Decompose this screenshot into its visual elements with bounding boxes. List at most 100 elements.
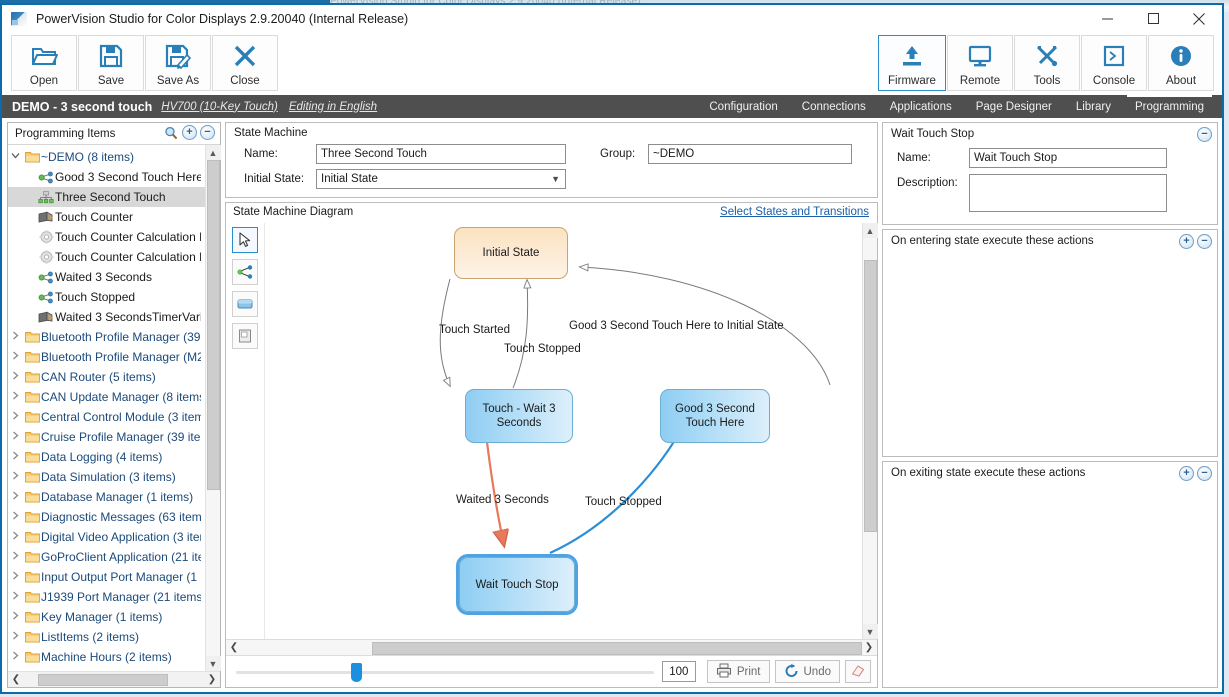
tree-item-listitems-2-items[interactable]: ListItems (2 items) bbox=[8, 627, 205, 647]
chevron-right-icon[interactable] bbox=[8, 631, 23, 643]
tree-item-input-output-port-manager-1-i[interactable]: Input Output Port Manager (1 i bbox=[8, 567, 205, 587]
tab-connections[interactable]: Connections bbox=[790, 95, 878, 118]
tab-library[interactable]: Library bbox=[1064, 95, 1123, 118]
transition-tool-icon[interactable] bbox=[232, 259, 258, 285]
collapse-panel-icon[interactable]: − bbox=[1197, 127, 1212, 142]
tree-item-digital-video-application-3-iter[interactable]: Digital Video Application (3 iter bbox=[8, 527, 205, 547]
canvas-scroll-right-icon[interactable]: ❯ bbox=[861, 642, 877, 653]
firmware-button[interactable]: Firmware bbox=[878, 35, 946, 91]
tree-item-touch-counter-calculation-ev[interactable]: Touch Counter Calculation Ev bbox=[8, 247, 205, 267]
chevron-right-icon[interactable] bbox=[8, 371, 23, 383]
remove-entering-action-icon[interactable]: − bbox=[1197, 234, 1212, 249]
chevron-right-icon[interactable] bbox=[8, 571, 23, 583]
tree-hscroll-track[interactable] bbox=[24, 673, 204, 687]
remove-exiting-action-icon[interactable]: − bbox=[1197, 465, 1212, 481]
save-button[interactable]: Save bbox=[78, 35, 144, 91]
tree-item-diagnostic-messages-63-items[interactable]: Diagnostic Messages (63 items bbox=[8, 507, 205, 527]
chevron-right-icon[interactable] bbox=[8, 471, 23, 483]
tree-vertical-scrollbar[interactable]: ▲ ▼ bbox=[205, 145, 221, 671]
tree-item-good-3-second-touch-here[interactable]: Good 3 Second Touch Here bbox=[8, 167, 205, 187]
tree-scroll-thumb[interactable] bbox=[206, 160, 220, 490]
console-button[interactable]: Console bbox=[1081, 35, 1147, 91]
save-as-button[interactable]: Save As bbox=[145, 35, 211, 91]
select-states-transitions-link[interactable]: Select States and Transitions bbox=[720, 206, 869, 218]
minimize-button[interactable] bbox=[1084, 5, 1130, 32]
expand-all-icon[interactable]: + bbox=[182, 125, 197, 140]
chevron-right-icon[interactable] bbox=[8, 591, 23, 603]
chevron-right-icon[interactable] bbox=[8, 531, 23, 543]
tree-item-data-simulation-3-items[interactable]: Data Simulation (3 items) bbox=[8, 467, 205, 487]
state-diagram-canvas[interactable]: Initial State Touch - Wait 3 Seconds Goo… bbox=[264, 223, 862, 639]
scroll-down-icon[interactable]: ▼ bbox=[205, 656, 221, 671]
state-machine-group-input[interactable]: ~DEMO bbox=[648, 144, 852, 164]
chevron-right-icon[interactable] bbox=[8, 511, 23, 523]
tree-item-bluetooth-profile-manager-39[interactable]: Bluetooth Profile Manager (39 bbox=[8, 327, 205, 347]
tree-item-goproclient-application-21-ite[interactable]: GoProClient Application (21 ite bbox=[8, 547, 205, 567]
state-tool-icon[interactable] bbox=[232, 291, 258, 317]
tree-item-can-update-manager-8-items[interactable]: CAN Update Manager (8 items bbox=[8, 387, 205, 407]
tree-horizontal-scrollbar[interactable]: ❮ ❯ bbox=[8, 671, 220, 687]
chevron-right-icon[interactable] bbox=[8, 411, 23, 423]
tree-item-data-logging-4-items[interactable]: Data Logging (4 items) bbox=[8, 447, 205, 467]
canvas-hscroll-track[interactable] bbox=[242, 641, 862, 655]
about-button[interactable]: About bbox=[1148, 35, 1214, 91]
tree-item-touch-counter[interactable]: Touch Counter bbox=[8, 207, 205, 227]
pointer-tool-icon[interactable] bbox=[232, 227, 258, 253]
close-button[interactable] bbox=[1176, 5, 1222, 32]
tree-hscroll-thumb[interactable] bbox=[38, 673, 168, 686]
chevron-right-icon[interactable] bbox=[8, 611, 23, 623]
tools-button[interactable]: Tools bbox=[1014, 35, 1080, 91]
state-node-good-3-second-touch-here[interactable]: Good 3 Second Touch Here bbox=[660, 389, 770, 443]
close-button-ribbon[interactable]: Close bbox=[212, 35, 278, 91]
note-tool-icon[interactable] bbox=[232, 323, 258, 349]
print-button[interactable]: Print bbox=[706, 660, 770, 683]
chevron-right-icon[interactable] bbox=[8, 551, 23, 563]
tree-item-three-second-touch[interactable]: Three Second Touch bbox=[8, 187, 205, 207]
tree-item-j1939-port-manager-21-items[interactable]: J1939 Port Manager (21 items) bbox=[8, 587, 205, 607]
chevron-right-icon[interactable] bbox=[8, 431, 23, 443]
tree-item-waited-3-secondstimervaria[interactable]: Waited 3 SecondsTimerVaria bbox=[8, 307, 205, 327]
add-entering-action-icon[interactable]: + bbox=[1179, 234, 1194, 249]
chevron-right-icon[interactable] bbox=[8, 491, 23, 503]
state-machine-name-input[interactable]: Three Second Touch bbox=[316, 144, 566, 164]
device-link[interactable]: HV700 (10-Key Touch) bbox=[161, 101, 278, 113]
search-icon[interactable] bbox=[163, 125, 179, 140]
canvas-scroll-up-icon[interactable]: ▲ bbox=[862, 223, 878, 238]
chevron-down-icon[interactable] bbox=[8, 151, 23, 163]
add-exiting-action-icon[interactable]: + bbox=[1179, 465, 1194, 481]
tree-item-machine-hours-2-items[interactable]: Machine Hours (2 items) bbox=[8, 647, 205, 667]
chevron-right-icon[interactable] bbox=[8, 351, 23, 363]
open-button[interactable]: Open bbox=[11, 35, 77, 91]
tab-applications[interactable]: Applications bbox=[878, 95, 964, 118]
maximize-button[interactable] bbox=[1130, 5, 1176, 32]
canvas-horizontal-scrollbar[interactable]: ❮ ❯ bbox=[226, 639, 877, 655]
remote-button[interactable]: Remote bbox=[947, 35, 1013, 91]
language-link[interactable]: Editing in English bbox=[289, 101, 377, 113]
eraser-button[interactable] bbox=[845, 660, 871, 683]
canvas-scroll-left-icon[interactable]: ❮ bbox=[226, 642, 242, 653]
tree-item-database-manager-1-items[interactable]: Database Manager (1 items) bbox=[8, 487, 205, 507]
canvas-hscroll-thumb[interactable] bbox=[372, 641, 862, 655]
tree-item-central-control-module-3-items[interactable]: Central Control Module (3 items bbox=[8, 407, 205, 427]
tree-item-waited-3-seconds[interactable]: Waited 3 Seconds bbox=[8, 267, 205, 287]
scroll-right-icon[interactable]: ❯ bbox=[204, 674, 220, 685]
tree-item-cruise-profile-manager-39-item[interactable]: Cruise Profile Manager (39 item bbox=[8, 427, 205, 447]
chevron-right-icon[interactable] bbox=[8, 391, 23, 403]
scroll-left-icon[interactable]: ❮ bbox=[8, 674, 24, 685]
state-node-wait-touch-stop[interactable]: Wait Touch Stop bbox=[456, 554, 578, 615]
tab-programming[interactable]: Programming bbox=[1123, 95, 1216, 118]
state-description-input[interactable] bbox=[969, 174, 1167, 212]
tree-item-can-router-5-items[interactable]: CAN Router (5 items) bbox=[8, 367, 205, 387]
collapse-all-icon[interactable]: − bbox=[200, 125, 215, 140]
canvas-scroll-down-icon[interactable]: ▼ bbox=[862, 624, 878, 639]
zoom-slider-thumb[interactable] bbox=[351, 662, 362, 682]
state-node-touch-wait-3-seconds[interactable]: Touch - Wait 3 Seconds bbox=[465, 389, 573, 443]
programming-items-tree[interactable]: ~DEMO (8 items) Good 3 Second Touch Here T… bbox=[8, 145, 205, 671]
canvas-vertical-scrollbar[interactable]: ▲ ▼ bbox=[862, 223, 878, 639]
tree-item-touch-counter-calculation-ev[interactable]: Touch Counter Calculation Ev bbox=[8, 227, 205, 247]
state-name-input[interactable]: Wait Touch Stop bbox=[969, 148, 1167, 168]
scroll-up-icon[interactable]: ▲ bbox=[205, 145, 221, 160]
chevron-right-icon[interactable] bbox=[8, 331, 23, 343]
tree-item-bluetooth-profile-manager-m2[interactable]: Bluetooth Profile Manager (M2 bbox=[8, 347, 205, 367]
tree-item-touch-stopped[interactable]: Touch Stopped bbox=[8, 287, 205, 307]
